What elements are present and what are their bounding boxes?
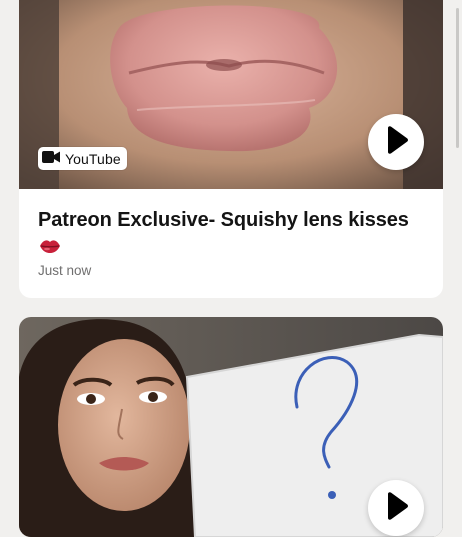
lips-emoji-icon (39, 238, 61, 259)
play-icon (383, 491, 409, 525)
badge-label: YouTube (65, 150, 121, 167)
post-feed: YouTube Patreon Exclusive- Squishy lens … (0, 0, 462, 537)
play-button[interactable] (368, 114, 424, 170)
post-card[interactable] (19, 317, 443, 537)
scrollbar-thumb[interactable] (456, 8, 459, 148)
youtube-badge: YouTube (38, 147, 127, 170)
post-card[interactable]: YouTube Patreon Exclusive- Squishy lens … (19, 0, 443, 298)
post-timestamp: Just now (38, 263, 92, 278)
play-icon (383, 125, 409, 159)
post-thumbnail[interactable]: YouTube (19, 0, 443, 189)
play-button[interactable] (368, 480, 424, 536)
video-camera-icon (42, 150, 60, 168)
post-thumbnail[interactable] (19, 317, 443, 537)
post-title[interactable]: Patreon Exclusive- Squishy lens kisses (38, 207, 428, 234)
